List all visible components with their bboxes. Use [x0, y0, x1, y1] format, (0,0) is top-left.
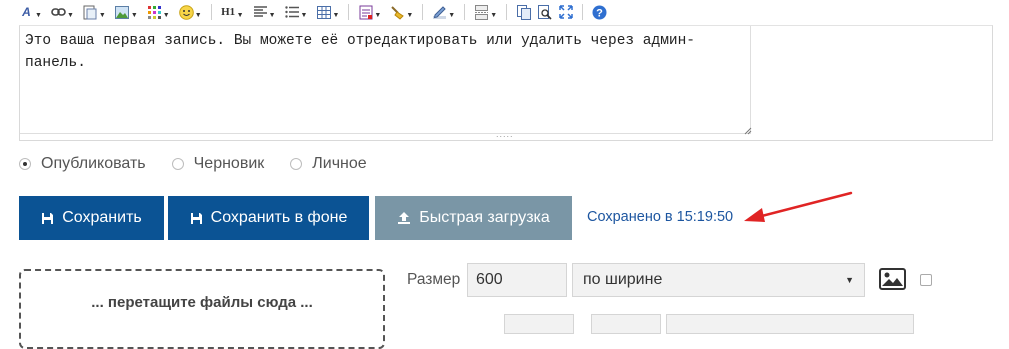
color-grid-icon — [147, 5, 162, 20]
clipboard-check-icon — [358, 5, 373, 20]
image-checkbox[interactable] — [920, 274, 932, 286]
help-icon: ? — [592, 5, 607, 20]
clean-format-button[interactable]: ▼ — [390, 2, 413, 22]
resize-grip-icon[interactable]: ..... — [496, 129, 514, 139]
toolbar-divider — [348, 4, 350, 20]
quick-upload-button-label: Быстрая загрузка — [419, 209, 550, 226]
secondary-input[interactable] — [504, 314, 574, 334]
find-button[interactable] — [537, 2, 552, 22]
link-button[interactable]: ▼ — [51, 2, 74, 22]
page-break-button[interactable]: ▼ — [474, 2, 497, 22]
save-background-button-label: Сохранить в фоне — [210, 209, 348, 226]
page-break-icon — [474, 4, 489, 20]
chevron-down-icon: ▼ — [130, 11, 138, 19]
color-grid-button[interactable]: ▼ — [147, 2, 170, 22]
list-icon — [285, 5, 300, 20]
toolbar-divider — [422, 4, 424, 20]
svg-text:?: ? — [596, 7, 603, 19]
copy-icon — [516, 4, 531, 20]
post-status-group: Опубликовать Черновик Личное — [19, 153, 393, 175]
image-insert-button[interactable]: ▼ — [115, 2, 138, 22]
paste-icon — [83, 5, 98, 20]
chevron-down-icon: ▼ — [98, 11, 106, 19]
paste-button[interactable]: ▼ — [83, 2, 106, 22]
editor-frame: Это ваша первая запись. Вы можете её отр… — [19, 25, 993, 141]
toolbar-divider — [506, 4, 508, 20]
help-button[interactable]: ? — [592, 2, 607, 22]
table-icon — [316, 5, 331, 20]
quick-upload-button[interactable]: Быстрая загрузка — [375, 196, 572, 240]
radio-draft-dot[interactable] — [171, 158, 184, 170]
chevron-down-icon: ▼ — [332, 11, 340, 19]
radio-publish-dot[interactable] — [19, 158, 31, 170]
secondary-select[interactable] — [666, 314, 914, 334]
radio-private-dot[interactable] — [290, 158, 303, 170]
emoji-button[interactable]: ▼ — [178, 2, 202, 22]
size-label: Размер — [407, 271, 461, 288]
saved-status-text: Сохранено в 15:19:50 — [587, 209, 734, 225]
picture-icon — [115, 5, 130, 20]
dropzone-label: ... перетащите файлы сюда ... — [91, 294, 313, 311]
toolbar-divider — [582, 4, 584, 20]
radio-private-label: Личное — [312, 155, 367, 172]
chevron-down-icon: ▼ — [236, 11, 244, 19]
save-button-label: Сохранить — [62, 209, 142, 226]
post-content-textarea[interactable]: Это ваша первая запись. Вы можете её отр… — [20, 26, 751, 134]
heading-icon: H1 — [221, 5, 236, 18]
copy-button[interactable] — [516, 2, 531, 22]
radio-draft-label: Черновик — [193, 155, 265, 172]
save-background-button[interactable]: Сохранить в фоне — [168, 196, 369, 240]
chevron-down-icon: ▼ — [490, 11, 498, 19]
link-icon — [51, 5, 66, 20]
list-button[interactable]: ▼ — [285, 2, 308, 22]
align-button[interactable]: ▼ — [253, 2, 276, 22]
floppy-disk-icon — [41, 212, 54, 225]
floppy-disk-icon — [190, 212, 203, 225]
toolbar-divider — [210, 4, 212, 20]
radio-draft[interactable]: Черновик — [171, 155, 265, 173]
radio-publish[interactable]: Опубликовать — [19, 155, 146, 173]
radio-publish-label: Опубликовать — [41, 155, 146, 172]
font-color-button[interactable]: A ▼ — [19, 2, 42, 22]
chevron-down-icon: ▼ — [194, 11, 202, 19]
chevron-down-icon: ▼ — [268, 11, 276, 19]
fit-mode-value: по ширине — [583, 271, 663, 288]
fullscreen-button[interactable] — [558, 2, 573, 22]
resize-handle-icon[interactable] — [742, 122, 752, 135]
toolbar-divider — [464, 4, 466, 20]
chevron-down-icon: ▼ — [162, 11, 170, 19]
chevron-down-icon: ▼ — [374, 11, 382, 19]
broom-icon — [390, 5, 405, 20]
edit-button[interactable]: ▼ — [432, 2, 455, 22]
fit-mode-select[interactable]: по ширине ▼ — [572, 263, 865, 297]
smiley-icon — [178, 4, 194, 20]
heading-button[interactable]: H1 ▼ — [221, 2, 244, 22]
editor-toolbar: A ▼ ▼ ▼ ▼ ▼ ▼ H1 ▼ ▼ ▼ ▼ ▼ ▼ ▼ ▼ ? — [19, 0, 750, 24]
chevron-down-icon: ▼ — [66, 11, 74, 19]
chevron-down-icon: ▼ — [845, 275, 854, 285]
pencil-icon — [432, 5, 447, 20]
size-input[interactable] — [467, 263, 567, 297]
align-left-icon — [253, 5, 268, 20]
table-button[interactable]: ▼ — [316, 2, 339, 22]
radio-private[interactable]: Личное — [290, 155, 367, 173]
save-button[interactable]: Сохранить — [19, 196, 164, 240]
secondary-input[interactable] — [591, 314, 661, 334]
search-doc-icon — [537, 4, 552, 20]
font-color-icon: A — [22, 5, 31, 19]
image-icon[interactable] — [879, 268, 906, 290]
spellcheck-button[interactable]: ▼ — [358, 2, 381, 22]
chevron-down-icon: ▼ — [406, 11, 414, 19]
chevron-down-icon: ▼ — [300, 11, 308, 19]
annotation-arrow-icon — [744, 191, 853, 222]
upload-icon — [397, 211, 411, 225]
fullscreen-icon — [558, 5, 573, 20]
chevron-down-icon: ▼ — [448, 11, 456, 19]
chevron-down-icon: ▼ — [35, 11, 42, 19]
file-dropzone[interactable]: ... перетащите файлы сюда ... — [19, 269, 385, 349]
